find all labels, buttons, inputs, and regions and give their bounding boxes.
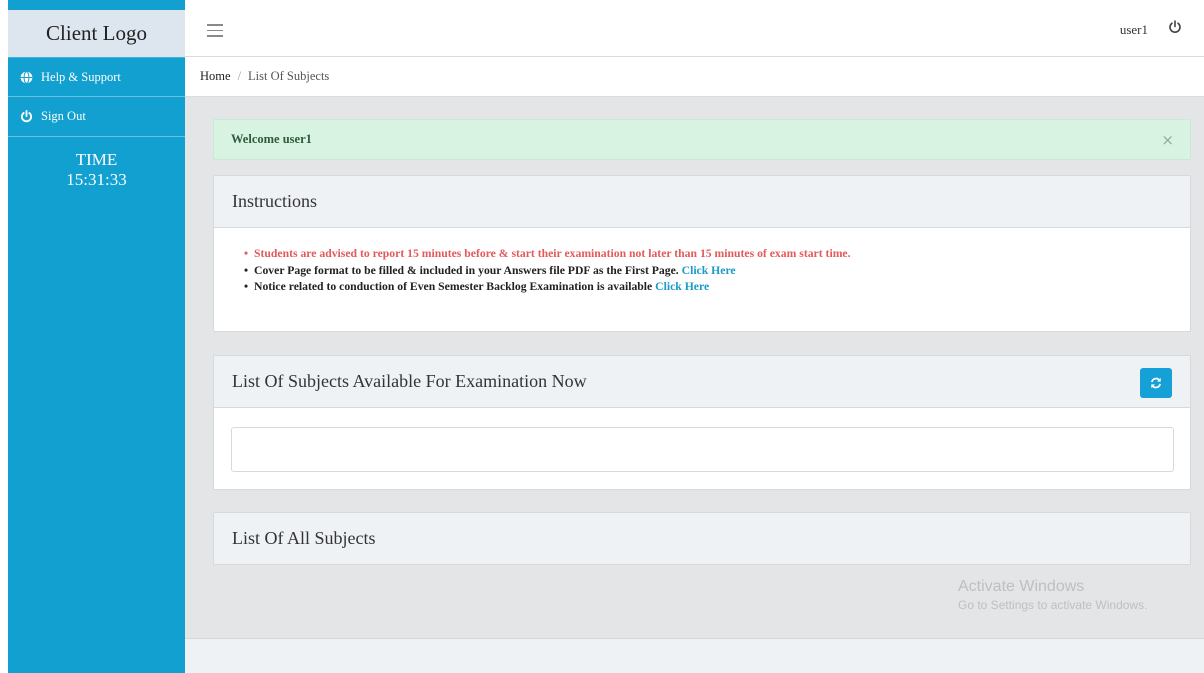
available-subjects-header: List Of Subjects Available For Examinati… (214, 356, 1190, 408)
all-subjects-card[interactable]: List Of All Subjects (213, 512, 1191, 565)
footer (185, 638, 1204, 673)
power-icon[interactable] (1168, 20, 1182, 34)
backlog-notice-link[interactable]: Click Here (655, 280, 709, 293)
refresh-icon (1150, 373, 1162, 394)
top-bar: user1 (185, 0, 1204, 57)
globe-icon (20, 70, 33, 84)
client-logo: Client Logo (8, 10, 185, 57)
close-icon[interactable]: × (1161, 131, 1174, 149)
welcome-alert: Welcome user1 × (213, 119, 1191, 160)
available-subjects-list (231, 427, 1174, 472)
breadcrumb-separator: / (237, 69, 242, 83)
time-label: TIME (75, 150, 118, 169)
instruction-text: Students are advised to report 15 minute… (254, 247, 851, 260)
instruction-text: Cover Page format to be filled & include… (254, 263, 682, 277)
time-value: 15:31:33 (66, 170, 127, 189)
breadcrumb-current: List Of Subjects (248, 69, 330, 83)
user-name[interactable]: user1 (1120, 22, 1148, 38)
card-title: List Of Subjects Available For Examinati… (232, 371, 587, 391)
sidebar-item-sign-out[interactable]: Sign Out (8, 97, 185, 137)
instructions-card: Instructions Students are advised to rep… (213, 175, 1191, 332)
instruction-text: Notice related to conduction of Even Sem… (254, 280, 656, 293)
instructions-title: Instructions (214, 176, 1190, 228)
instructions-list: Students are advised to report 15 minute… (214, 228, 1190, 296)
hamburger-icon[interactable] (207, 24, 223, 41)
sidebar-item-label: Help & Support (41, 69, 121, 84)
power-icon (20, 110, 33, 123)
list-item: Cover Page format to be filled & include… (244, 263, 1190, 280)
cover-page-link[interactable]: Click Here (682, 264, 736, 277)
activate-windows-watermark: Activate Windows Go to Settings to activ… (958, 578, 1147, 612)
sidebar-item-help-support[interactable]: Help & Support (8, 57, 185, 97)
alert-message: Welcome user1 (231, 132, 312, 146)
left-gutter (0, 0, 8, 673)
card-title: List Of All Subjects (232, 528, 376, 548)
watermark-title: Activate Windows (958, 578, 1085, 595)
list-item: Students are advised to report 15 minute… (244, 246, 1190, 263)
available-subjects-card: List Of Subjects Available For Examinati… (213, 355, 1191, 490)
refresh-button[interactable] (1140, 368, 1172, 398)
breadcrumb: Home / List Of Subjects (185, 57, 1204, 97)
all-subjects-header[interactable]: List Of All Subjects (214, 513, 1190, 564)
sidebar-item-label: Sign Out (41, 109, 86, 123)
list-item: Notice related to conduction of Even Sem… (244, 279, 1190, 296)
breadcrumb-home[interactable]: Home (200, 69, 231, 84)
watermark-subtitle: Go to Settings to activate Windows. (958, 598, 1148, 612)
time-display: TIME 15:31:33 (8, 150, 185, 190)
card-title: Instructions (232, 191, 317, 211)
